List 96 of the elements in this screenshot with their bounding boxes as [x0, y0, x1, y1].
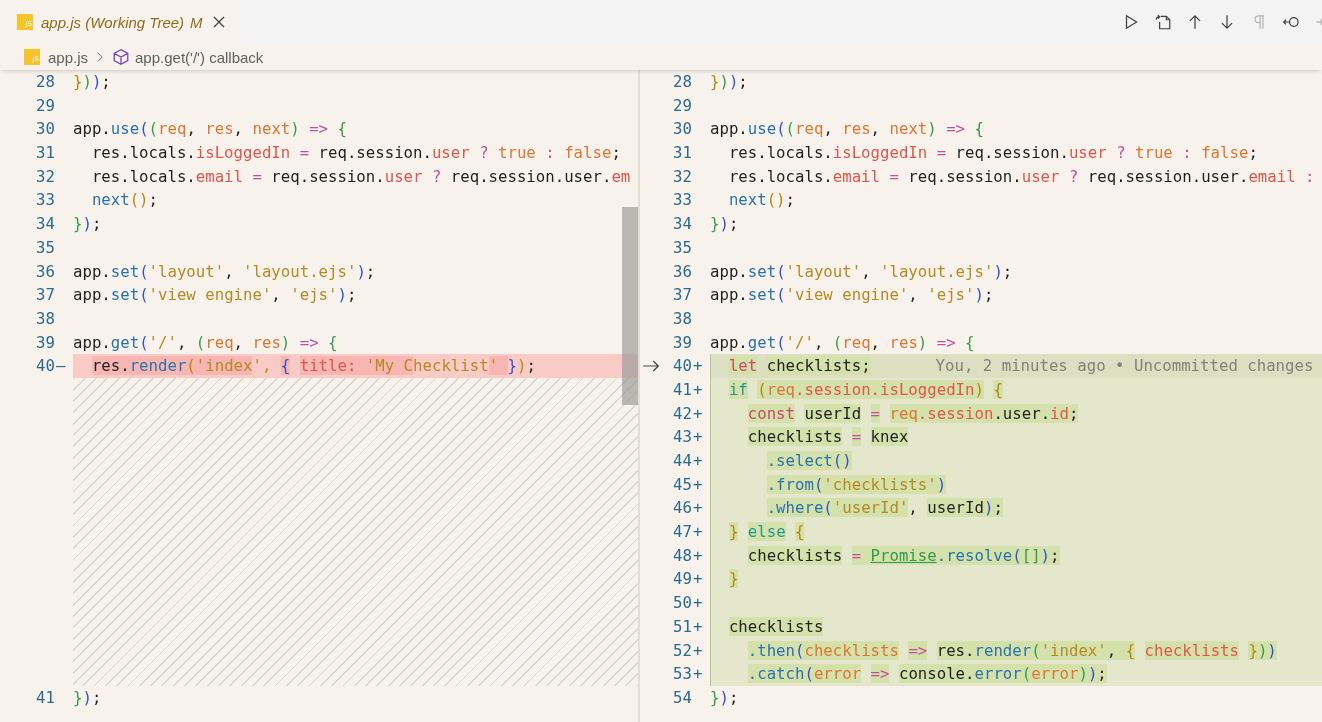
line-number: 45 [672, 473, 692, 496]
line-number: 34 [672, 213, 692, 236]
code-line: res.locals.email = req.session.user ? req.session.user.em [90, 165, 631, 188]
added-line-marker: + [693, 664, 703, 684]
added-line-marker: + [693, 356, 703, 376]
line-number: 39 [672, 331, 692, 354]
line-number: 31 [35, 142, 55, 165]
added-line-marker: + [693, 593, 703, 613]
line-number: 43 [672, 426, 692, 449]
code-line: res.render('index', { title: 'My Checklist' }); [90, 355, 536, 378]
line-number: 33 [35, 189, 55, 212]
line-number: 51 [672, 615, 692, 638]
code-line: app.set('view engine', 'ejs'); [710, 284, 994, 307]
line-number: 41 [35, 687, 55, 710]
code-line: }); [710, 686, 739, 709]
line-number: 40 [672, 355, 692, 378]
line-number: 36 [35, 260, 55, 283]
added-line-marker: + [693, 498, 703, 518]
code-line: app.use((req, res, next) => { [73, 118, 347, 141]
added-line-marker: + [693, 545, 703, 565]
code-line: app.set('view engine', 'ejs'); [73, 284, 357, 307]
cube-icon [112, 48, 131, 66]
line-number: 52 [672, 639, 692, 662]
code-line: })); [73, 71, 111, 93]
code-line: }); [73, 213, 102, 236]
added-line-marker: + [693, 640, 703, 660]
line-number: 42 [672, 402, 692, 425]
line-number: 54 [672, 686, 692, 709]
added-line-marker: + [693, 451, 703, 470]
code-line: .where('userId', userId); [765, 497, 1003, 520]
line-number: 40 [35, 355, 55, 378]
line-number: 30 [35, 118, 55, 141]
line-number: 49 [672, 568, 692, 591]
line-number: 50 [672, 592, 692, 615]
code-line: app.get('/', (req, res) => { [710, 331, 975, 354]
line-number: 41 [672, 378, 692, 401]
line-number: 37 [672, 284, 692, 307]
added-line-marker: + [693, 569, 703, 589]
line-number: 34 [35, 213, 55, 236]
added-line-marker: + [693, 379, 703, 399]
line-number: 28 [35, 71, 55, 93]
code-line: next(); [727, 189, 795, 212]
code-line: .catch(error => console.error(error)); [746, 663, 1107, 686]
code-line: res.locals.isLoggedIn = req.session.user ? true : false; [90, 142, 621, 165]
code-line: app.get('/', (req, res) => { [73, 331, 338, 354]
line-number: 31 [672, 142, 692, 165]
code-line: app.set('layout', 'layout.ejs'); [710, 260, 1013, 283]
code-line: .from('checklists') [765, 473, 947, 496]
line-number: 29 [672, 94, 692, 117]
line-number: 37 [35, 284, 55, 307]
line-number: 38 [35, 307, 55, 330]
line-number: 53 [672, 663, 692, 686]
code-line: next(); [90, 189, 158, 212]
line-number: 39 [35, 331, 55, 354]
file-arrow-icon[interactable] [1154, 13, 1172, 31]
added-line-marker: + [693, 616, 703, 636]
code-line: checklists = knex [746, 426, 909, 449]
line-number: 30 [672, 118, 692, 141]
line-number: 32 [35, 165, 55, 188]
code-line: const userId = req.session.user.id; [746, 402, 1079, 425]
code-line: app.use((req, res, next) => { [710, 118, 984, 141]
line-number: 48 [672, 544, 692, 567]
blame-annotation: You, 2 minutes ago • Uncommitted changes [935, 355, 1314, 378]
added-line-marker: + [693, 427, 703, 447]
line-number: 33 [672, 189, 692, 212]
code-line: }); [73, 687, 102, 710]
line-number: 38 [672, 307, 692, 330]
modified-status: M [190, 13, 203, 31]
added-line-marker: + [693, 403, 703, 423]
line-number: 29 [35, 94, 55, 117]
code-line: res.locals.email = req.session.user ? req.session.user.email : [727, 165, 1315, 188]
code-line: app.set('layout', 'layout.ejs'); [73, 260, 376, 283]
code-line: .select() [765, 450, 852, 472]
breadcrumb-item[interactable]: app.get('/') callback [135, 48, 264, 66]
removed-line-marker: — [56, 356, 66, 376]
tab-title: app.js (Working Tree) [41, 13, 185, 31]
line-number: 46 [672, 497, 692, 520]
code-line: } else { [727, 521, 805, 544]
code-line: let checklists; [727, 355, 871, 378]
added-line-marker: + [693, 522, 703, 542]
code-line: }); [710, 213, 739, 236]
scrollbar-thumb[interactable] [622, 207, 638, 405]
line-number: 32 [672, 165, 692, 188]
breadcrumb-item[interactable]: app.js [48, 48, 89, 66]
line-number: 35 [672, 236, 692, 259]
code-line: if (req.session.isLoggedIn) { [727, 378, 1003, 401]
code-line: checklists = Promise.resolve([]); [746, 544, 1060, 567]
line-number: 47 [672, 521, 692, 544]
line-number: 36 [672, 260, 692, 283]
line-number: 44 [672, 450, 692, 472]
line-number: 35 [35, 236, 55, 259]
line-number: 28 [672, 71, 692, 93]
code-line: res.locals.isLoggedIn = req.session.user ? true : false; [727, 142, 1258, 165]
code-line: })); [710, 71, 748, 93]
code-line: .then(checklists => res.render('index', { checklists })) [746, 639, 1277, 662]
added-line-marker: + [693, 474, 703, 494]
